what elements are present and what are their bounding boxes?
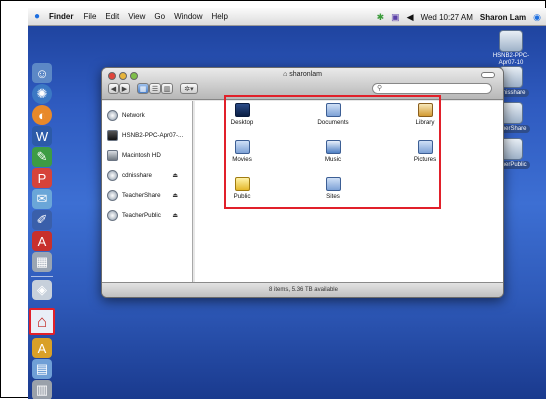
folders-highlight	[224, 95, 441, 209]
network-volume-icon	[107, 209, 118, 221]
menu-app-finder[interactable]: Finder	[49, 12, 73, 21]
sidebar-item-server[interactable]: HSNB2-PPC-Apr07-...	[102, 125, 192, 145]
sidebar-item-teacherpublic[interactable]: TeacherPublic ⏏	[102, 205, 192, 225]
network-volume-icon	[107, 189, 118, 201]
icon-view-button[interactable]: ▦	[137, 83, 149, 94]
network-icon	[107, 109, 118, 121]
sidebar: Network HSNB2-PPC-Apr07-... Macintosh HD…	[102, 101, 193, 283]
status-bar: 8 items, 5.36 TB available	[102, 282, 503, 297]
action-menu-button[interactable]: ✲▾	[180, 83, 198, 94]
window-title: ⌂ sharonlam	[283, 71, 322, 78]
column-view-button[interactable]: ▥	[161, 83, 173, 94]
acrobat-dock-icon[interactable]: A	[32, 231, 52, 251]
home-dock-icon[interactable]: ⌂	[32, 312, 52, 332]
dock-separator	[31, 276, 53, 277]
sidebar-item-label: Macintosh HD	[122, 151, 161, 159]
word-dock-icon[interactable]: W	[32, 126, 52, 146]
screenshot-frame: ● Finder File Edit View Go Window Help ✱…	[0, 0, 546, 399]
sidebar-item-macintosh-hd[interactable]: Macintosh HD	[102, 145, 192, 165]
toolbar-toggle-button[interactable]	[481, 72, 495, 78]
menu-bar: ● Finder File Edit View Go Window Help ✱…	[28, 8, 546, 26]
apple-menu-icon[interactable]: ●	[34, 11, 40, 22]
server-icon	[107, 129, 118, 141]
appleworks-dock-icon[interactable]: ✐	[32, 210, 52, 230]
desktop-icon-label: HSNB2-PPC-Apr07-10	[492, 53, 530, 66]
search-field[interactable]: ⚲	[372, 83, 492, 94]
list-view-button[interactable]: ☰	[149, 83, 161, 94]
desktop-icon-server[interactable]: HSNB2-PPC-Apr07-10	[481, 30, 541, 67]
network-volume-icon	[107, 169, 118, 181]
menu-edit[interactable]: Edit	[105, 12, 119, 21]
menu-go[interactable]: Go	[154, 12, 165, 21]
menu-file[interactable]: File	[84, 12, 97, 21]
sidebar-item-teachershare[interactable]: TeacherShare ⏏	[102, 185, 192, 205]
menu-user[interactable]: Sharon Lam	[480, 13, 526, 22]
calculator-dock-icon[interactable]: ▦	[32, 252, 52, 272]
back-button[interactable]: ◀	[108, 83, 119, 94]
sidebar-item-network[interactable]: Network	[102, 105, 192, 125]
system-dock-icon[interactable]: ◈	[32, 280, 52, 300]
eject-icon[interactable]: ⏏	[172, 212, 178, 219]
hard-drive-icon	[107, 149, 118, 161]
dock: ☺ ✺ ◐ W ✎ P ✉ ✐ A ▦ ◈ ⌂ A ▤ ▥	[28, 30, 55, 399]
applications-dock-icon[interactable]: A	[32, 338, 52, 358]
sidebar-item-cdnisshare[interactable]: cdnisshare ⏏	[102, 165, 192, 185]
ichat-dock-icon[interactable]: ✎	[32, 147, 52, 167]
pages-dock-icon[interactable]: P	[32, 168, 52, 188]
menu-clock[interactable]: Wed 10:27 AM	[421, 13, 473, 22]
documents-dock-icon[interactable]: ▤	[32, 359, 52, 379]
eject-icon[interactable]: ⏏	[172, 192, 178, 199]
eject-icon[interactable]: ⏏	[172, 172, 178, 179]
sidebar-item-label: TeacherPublic	[122, 211, 161, 219]
sidebar-item-label: cdnisshare	[122, 171, 152, 179]
finder-dock-icon[interactable]: ☺	[32, 63, 52, 83]
menu-window[interactable]: Window	[174, 12, 202, 21]
server-icon	[499, 30, 523, 52]
mail-dock-icon[interactable]: ✉	[32, 189, 52, 209]
trash-dock-icon[interactable]: ▥	[32, 380, 52, 399]
forward-button[interactable]: ▶	[119, 83, 130, 94]
volume-icon[interactable]: ◀	[407, 12, 414, 23]
menu-view[interactable]: View	[128, 12, 145, 21]
firefox-dock-icon[interactable]: ◐	[32, 105, 52, 125]
menu-help[interactable]: Help	[212, 12, 228, 21]
safari-dock-icon[interactable]: ✺	[32, 84, 52, 104]
sidebar-item-label: Network	[122, 111, 145, 119]
sync-icon[interactable]: ✱	[377, 12, 385, 23]
search-icon: ⚲	[377, 85, 383, 92]
ical-icon[interactable]: ▣	[391, 12, 400, 23]
sidebar-item-label: TeacherShare	[122, 191, 161, 199]
sidebar-item-label: HSNB2-PPC-Apr07-...	[122, 131, 184, 139]
spotlight-icon[interactable]: ◉	[533, 12, 541, 23]
